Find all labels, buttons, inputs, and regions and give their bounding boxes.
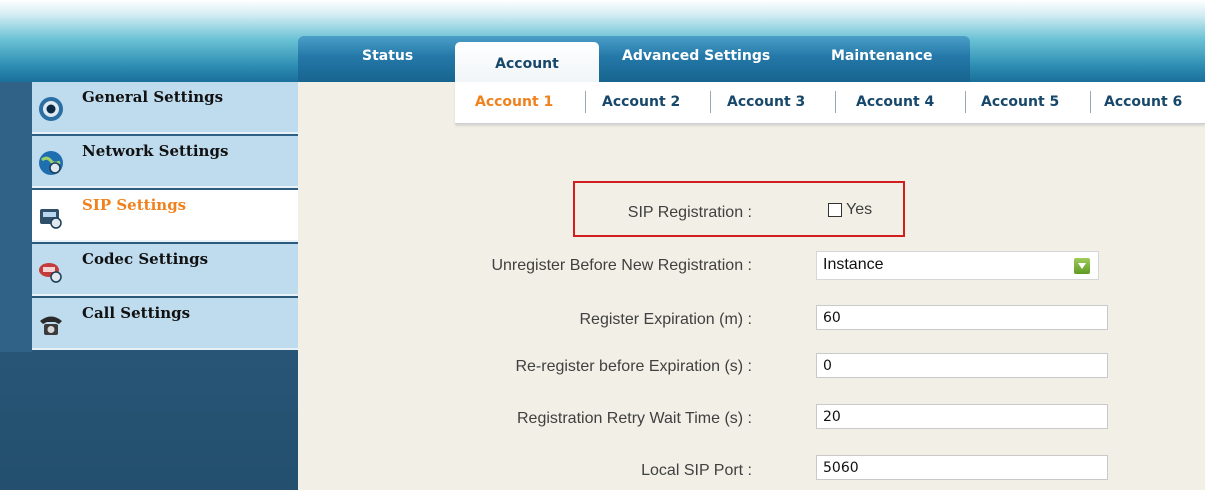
subtab-account-1[interactable]: Account 1: [475, 94, 553, 110]
sub-tab-divider: [835, 91, 836, 113]
codec-icon: [39, 263, 62, 283]
phone-icon: [40, 316, 62, 335]
register-expiration-label: Register Expiration (m) :: [579, 311, 753, 328]
sidebar-item-label: Codec Settings: [82, 250, 209, 268]
chevron-down-icon[interactable]: [1074, 258, 1090, 274]
sidebar-item-network-settings[interactable]: Network Settings: [32, 136, 298, 188]
tab-status[interactable]: Status: [362, 48, 413, 64]
sidebar-item-sip-settings[interactable]: SIP Settings: [32, 190, 298, 242]
sip-registration-label: SIP Registration :: [627, 204, 752, 221]
local-sip-port-input[interactable]: 5060: [816, 455, 1108, 480]
unregister-label: Unregister Before New Registration :: [491, 257, 752, 274]
sidebar-item-label: Call Settings: [82, 304, 191, 322]
sub-tab-divider: [965, 91, 966, 113]
subtab-account-2[interactable]: Account 2: [602, 94, 680, 110]
unregister-select[interactable]: Instance: [816, 251, 1099, 280]
register-expiration-input[interactable]: 60: [816, 305, 1108, 330]
tab-advanced-settings[interactable]: Advanced Settings: [622, 48, 770, 64]
subtab-account-5[interactable]: Account 5: [981, 94, 1059, 110]
tab-maintenance[interactable]: Maintenance: [831, 48, 933, 64]
retry-wait-input[interactable]: 20: [816, 404, 1108, 429]
sub-tab-divider: [710, 91, 711, 113]
unregister-select-value: Instance: [823, 256, 884, 273]
tab-account[interactable]: Account: [455, 42, 599, 82]
gear-icon: [39, 97, 63, 121]
sidebar-item-label: SIP Settings: [82, 196, 187, 214]
sidebar-item-label: General Settings: [82, 88, 224, 106]
globe-icon: [39, 151, 63, 175]
sidebar-item-codec-settings[interactable]: Codec Settings: [32, 244, 298, 296]
sub-tab-divider: [585, 91, 586, 113]
subtab-account-3[interactable]: Account 3: [727, 94, 805, 110]
account-sub-tab-bar: Account 1 Account 2 Account 3 Account 4 …: [455, 82, 1205, 124]
reregister-input[interactable]: 0: [816, 353, 1108, 378]
main-tab-bar: Status Account Advanced Settings Mainten…: [298, 36, 970, 82]
subtab-account-6[interactable]: Account 6: [1104, 94, 1182, 110]
reregister-label: Re-register before Expiration (s) :: [515, 358, 752, 375]
sip-phone-icon: [40, 209, 62, 229]
sidebar-item-call-settings[interactable]: Call Settings: [32, 298, 298, 350]
sub-tab-divider: [1090, 91, 1091, 113]
sidebar-item-label: Network Settings: [82, 142, 229, 160]
subtab-account-4[interactable]: Account 4: [856, 94, 934, 110]
sip-registration-yes-label[interactable]: Yes: [846, 201, 872, 219]
sip-registration-checkbox[interactable]: [828, 203, 842, 217]
sidebar-item-general-settings[interactable]: General Settings: [32, 82, 298, 134]
local-sip-port-label: Local SIP Port :: [641, 462, 752, 479]
retry-wait-label: Registration Retry Wait Time (s) :: [516, 410, 752, 427]
